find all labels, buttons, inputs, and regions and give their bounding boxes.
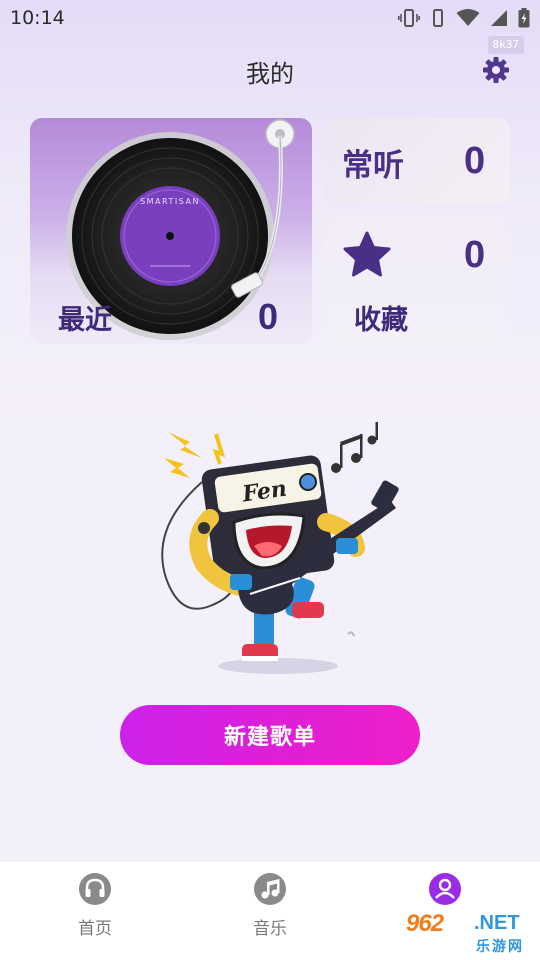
watermark-number: 962 [406,910,444,937]
watermark-net: .NET [474,912,520,934]
vibrate-icon [398,9,420,27]
favorites-count: 0 [464,234,486,276]
frequent-count: 0 [464,140,486,182]
status-icons [398,8,530,28]
recent-label: 最近 [58,305,112,336]
recent-card[interactable]: SMARTISAN 最近 0 [30,118,312,344]
gear-icon [483,57,509,83]
star-icon [343,231,391,277]
settings-button[interactable] [482,56,510,84]
status-time: 10:14 [10,7,65,29]
page-title: 我的 [246,60,294,88]
profile-icon [429,873,461,905]
nav-item-home[interactable]: 首页 [35,872,155,939]
rockstar-illustration: Fen [161,422,399,674]
watermark-logo: 962 .NET 乐游网 [402,910,538,956]
cellular-icon [491,10,507,26]
frequent-label: 常听 [342,148,404,184]
headphones-icon [79,873,111,905]
battery-icon [518,8,530,28]
nav-label-home: 首页 [78,919,112,939]
signal-icon [433,9,443,27]
watermark-sub: 乐游网 [476,939,524,955]
new-playlist-button[interactable]: 新建歌单 [120,705,420,765]
debug-badge: 8k37 [487,36,524,54]
nav-item-music[interactable]: 音乐 [210,872,330,939]
favorites-label: 收藏 [354,305,408,336]
nav-label-music: 音乐 [253,919,287,939]
record-brand-text: SMARTISAN [140,197,200,206]
favorites-card[interactable]: 0 收藏 [324,214,510,344]
wifi-icon [456,9,480,26]
tonearm-icon [231,119,295,298]
frequent-card[interactable]: 常听 0 [324,118,510,204]
recent-count: 0 [258,296,279,337]
status-bar: 10:14 [0,0,540,36]
music-note-icon [254,873,286,905]
